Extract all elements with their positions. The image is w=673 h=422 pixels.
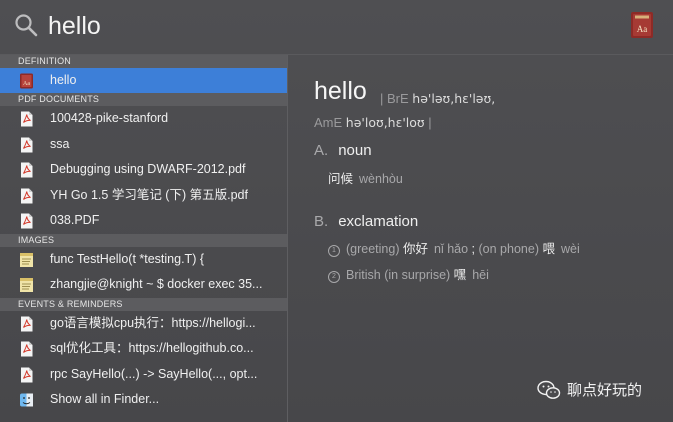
part-of-speech: noun: [338, 142, 372, 159]
sense-letter: B.: [314, 213, 329, 230]
wechat-icon: [537, 380, 561, 399]
dictionary-icon: Aa: [19, 73, 34, 89]
pdf-icon: [19, 162, 34, 178]
sense-letter: A.: [314, 142, 329, 159]
section-header-events-reminders: EVENTS & REMINDERS: [0, 297, 287, 311]
pdf-icon: [19, 111, 34, 127]
result-label: hello: [50, 73, 77, 87]
bre-label: | BrE: [380, 91, 409, 106]
result-row-event[interactable]: sql优化工具：https://hellogithub.co...: [0, 336, 287, 362]
translation-pinyin: hēi: [472, 268, 489, 282]
ame-label: AmE: [314, 115, 343, 130]
result-label: zhangjie@knight ~ $ docker exec 35...: [50, 277, 263, 291]
bre-ipa: hə'ləʊ,hɛ'ləʊ,: [412, 91, 496, 106]
finder-icon: [19, 392, 34, 408]
result-row-pdf[interactable]: Debugging using DWARF-2012.pdf: [0, 157, 287, 183]
bre-pronunciation: | BrE hə'ləʊ,hɛ'ləʊ,: [380, 91, 495, 106]
separator: ;: [471, 242, 476, 256]
translation-pinyin: wènhòu: [359, 172, 403, 186]
translation-pinyin: wèi: [560, 242, 580, 256]
result-label: YH Go 1.5 学习笔记 (下) 第五版.pdf: [50, 187, 248, 202]
definition-preview: hello | BrE hə'ləʊ,hɛ'ləʊ, AmE hə'loʊ,hɛ…: [288, 55, 673, 422]
pdf-icon: [19, 316, 34, 332]
result-label: ssa: [50, 136, 70, 151]
section-header-pdf-documents: PDF DOCUMENTS: [0, 93, 287, 106]
pdf-icon: [19, 213, 34, 229]
dictionary-app-icon: Aa: [630, 11, 654, 39]
result-row-event[interactable]: rpc SayHello(...) -> SayHello(..., opt..…: [0, 362, 287, 388]
result-label: Show all in Finder...: [50, 392, 160, 406]
result-row-pdf[interactable]: ssa: [0, 132, 287, 158]
sense-heading-exclamation: B. exclamation: [314, 213, 418, 230]
section-header-definition: DEFINITION: [0, 55, 287, 68]
translation-line: 问候 wènhòu: [328, 168, 403, 187]
result-row-event[interactable]: go语言模拟cpu执行：https://hellogi...: [0, 311, 287, 337]
result-label: go语言模拟cpu执行：https://hellogi...: [50, 315, 256, 330]
usage-note: British (in surprise): [346, 268, 451, 282]
show-all-in-finder[interactable]: Show all in Finder...: [0, 387, 287, 413]
watermark: 聊点好玩的: [537, 379, 642, 403]
results-list: DEFINITION Aa hello PDF DOCUMENTS 100428…: [0, 55, 287, 422]
image-file-icon: [19, 277, 34, 293]
ame-pronunciation: AmE hə'loʊ,hɛ'loʊ |: [314, 115, 432, 130]
watermark-text: 聊点好玩的: [567, 382, 643, 399]
translation-line: 1 (greeting) 你好 nǐ hǎo ; (on phone) 喂 wèi: [328, 238, 580, 257]
usage-note: (greeting): [346, 242, 400, 256]
result-label: sql优化工具：https://hellogithub.co...: [50, 341, 254, 355]
pdf-icon: [19, 137, 34, 153]
sense-number: 1: [328, 245, 340, 257]
result-row-image[interactable]: zhangjie@knight ~ $ docker exec 35...: [0, 272, 287, 298]
pdf-icon: [19, 188, 34, 204]
translation-zh: 问候: [328, 172, 354, 186]
search-bar: Aa: [0, 0, 673, 55]
search-input[interactable]: [48, 6, 608, 46]
translation-zh: 喂: [542, 242, 555, 256]
result-label: rpc SayHello(...) -> SayHello(..., opt..…: [50, 366, 258, 381]
part-of-speech: exclamation: [338, 213, 419, 230]
pdf-icon: [19, 367, 34, 383]
image-file-icon: [19, 252, 34, 268]
search-icon: [14, 13, 38, 37]
headword: hello: [314, 77, 367, 105]
translation-zh: 你好: [402, 242, 428, 256]
result-row-pdf[interactable]: YH Go 1.5 学习笔记 (下) 第五版.pdf: [0, 183, 287, 209]
result-row-image[interactable]: func TestHello(t *testing.T) {: [0, 247, 287, 273]
ame-ipa: hə'loʊ,hɛ'loʊ: [345, 115, 425, 130]
result-label: func TestHello(t *testing.T) {: [50, 251, 205, 266]
usage-note: (on phone): [478, 242, 539, 256]
result-row-pdf[interactable]: 100428-pike-stanford: [0, 106, 287, 132]
sense-number: 2: [328, 271, 340, 283]
spotlight-window: Aa DEFINITION Aa hello PDF DOCUMENTS 100…: [0, 0, 673, 422]
svg-text:Aa: Aa: [23, 81, 30, 87]
result-row-pdf[interactable]: 038.PDF: [0, 208, 287, 234]
translation-zh: 嘿: [453, 268, 467, 282]
translation-pinyin: nǐ hǎo: [434, 242, 469, 256]
sense-heading-noun: A. noun: [314, 142, 372, 159]
result-label: Debugging using DWARF-2012.pdf: [50, 162, 246, 176]
pdf-icon: [19, 341, 34, 357]
result-label: 038.PDF: [50, 213, 100, 227]
ame-bar: |: [428, 115, 432, 130]
translation-line: 2 British (in surprise) 嘿 hēi: [328, 264, 489, 283]
section-header-images: IMAGES: [0, 233, 287, 247]
svg-text:Aa: Aa: [637, 24, 648, 34]
result-row-definition-hello[interactable]: Aa hello: [0, 68, 287, 93]
result-label: 100428-pike-stanford: [50, 111, 169, 125]
